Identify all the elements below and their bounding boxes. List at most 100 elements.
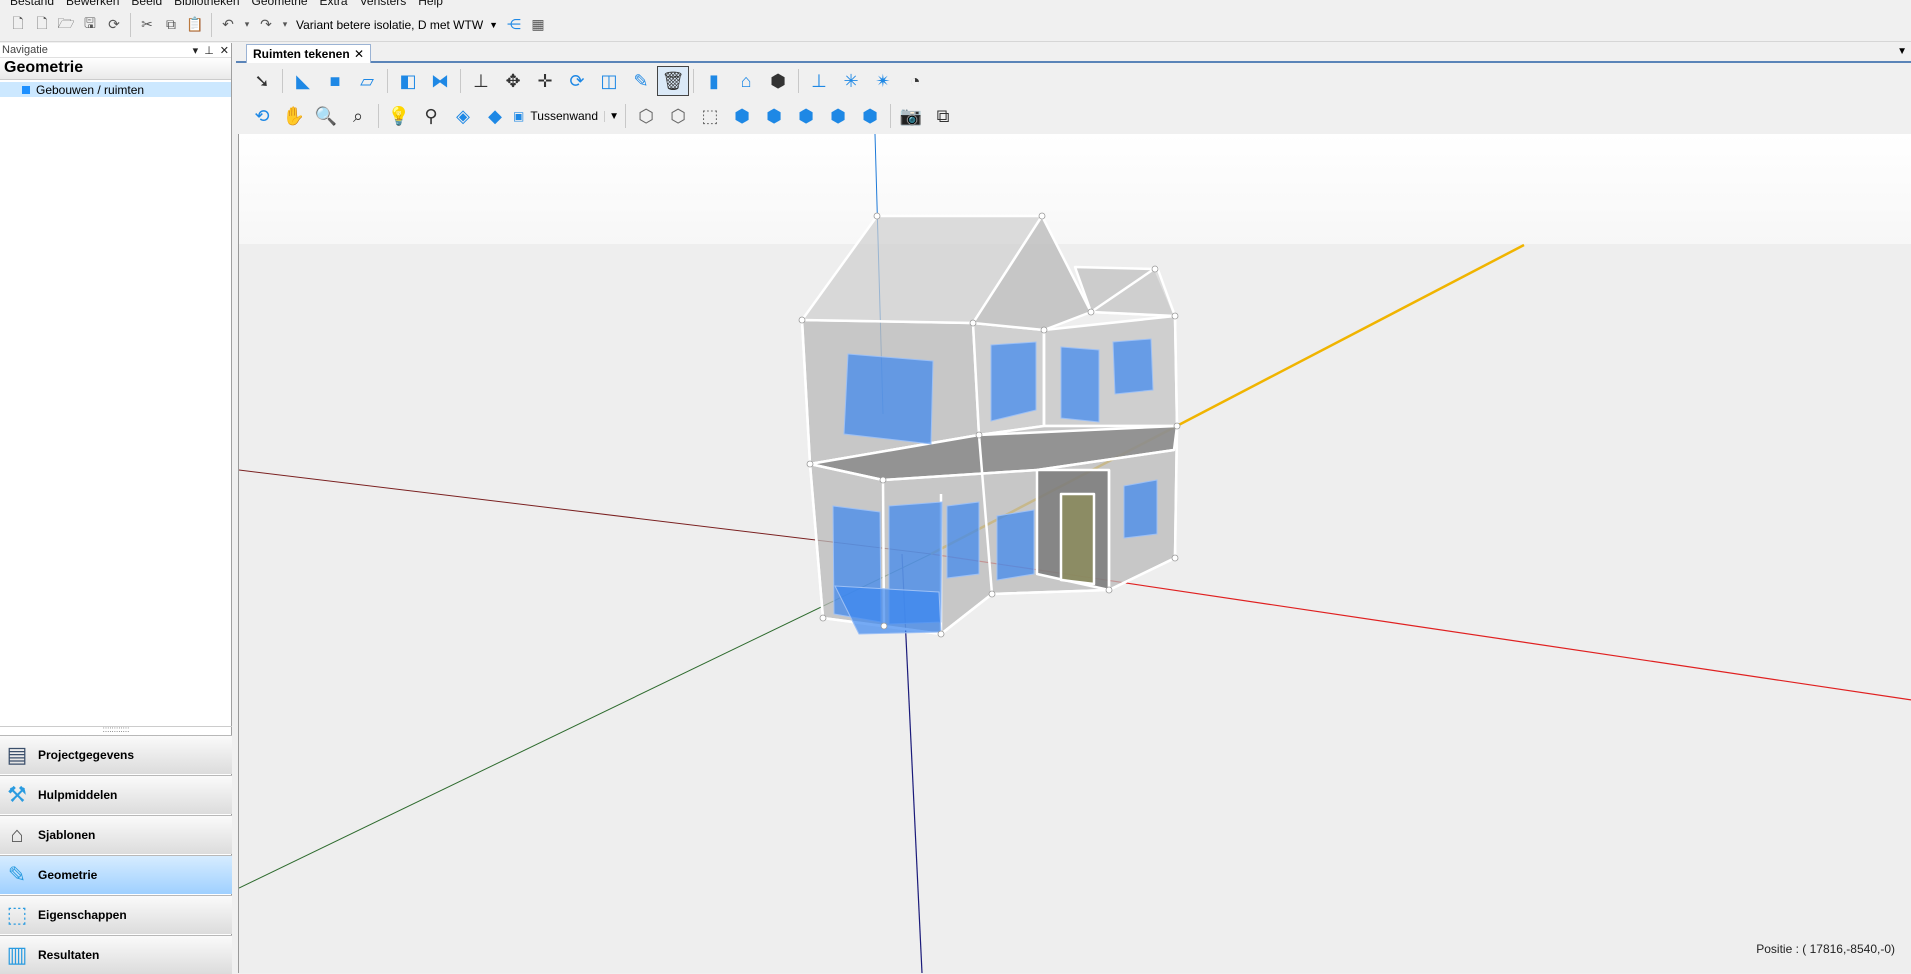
panel-splitter-grip[interactable]: :::::::::::: — [0, 726, 232, 735]
cut-icon[interactable]: ✂ — [135, 13, 159, 37]
move-icon[interactable]: ✥ — [497, 66, 529, 96]
select-arrow-icon[interactable]: ➘ — [246, 66, 278, 96]
close-icon[interactable]: ✕ — [220, 44, 229, 57]
redo-icon[interactable]: ↷ — [254, 13, 278, 37]
results-icon: ▥ — [6, 942, 28, 967]
redo-dropdown-icon[interactable]: ▾ — [278, 13, 292, 37]
undo-dropdown-icon[interactable]: ▾ — [240, 13, 254, 37]
tree-item-label: Gebouwen / ruimten — [36, 82, 145, 97]
nav-button-hulpmiddelen[interactable]: ⚒ Hulpmiddelen — [0, 775, 232, 814]
nav-button-label: Geometrie — [38, 868, 98, 882]
undo-icon[interactable]: ↶ — [216, 13, 240, 37]
draw-l-room-icon[interactable]: ◣ — [287, 66, 319, 96]
objects-icon[interactable]: ⬢ — [762, 66, 794, 96]
zoom-extents-icon[interactable]: ⌕ — [342, 101, 374, 131]
split-vertical-icon[interactable]: ⧓ — [424, 66, 456, 96]
calculator-icon[interactable]: ▦ — [526, 13, 550, 37]
save-icon[interactable]: 🖫 — [78, 13, 102, 37]
nav-button-sjablonen[interactable]: ⌂ Sjablonen — [0, 815, 232, 854]
panel-menu-icon[interactable]: ▾ — [193, 44, 199, 57]
toolbar-divider — [211, 12, 212, 37]
toolbar-divider — [378, 104, 379, 128]
orbit-icon[interactable]: ⟲ — [246, 101, 278, 131]
toolbar-divider — [693, 69, 694, 93]
menu-beeld[interactable]: Beeld — [125, 0, 168, 8]
ceiling-icon[interactable]: ◆ — [479, 101, 511, 131]
navigation-title: Geometrie — [0, 58, 231, 80]
toolbar-divider — [625, 104, 626, 128]
toolbar-divider — [282, 69, 283, 93]
new-file-icon[interactable]: 🗋 — [6, 13, 30, 37]
view-top-icon[interactable]: ⬢ — [726, 101, 758, 131]
nav-button-resultaten[interactable]: ▥ Resultaten — [0, 935, 232, 974]
light-on-icon[interactable]: 💡 — [383, 101, 415, 131]
extrude-icon[interactable]: ⊥ — [465, 66, 497, 96]
snap-icon[interactable]: ✳ — [835, 66, 867, 96]
menu-bestand[interactable]: Bestand — [4, 0, 60, 8]
nav-button-label: Eigenschappen — [38, 908, 127, 922]
nav-button-eigenschappen[interactable]: ⬚ Eigenschappen — [0, 895, 232, 934]
light-off-icon[interactable]: ⚲ — [415, 101, 447, 131]
rotate-icon[interactable]: ⟳ — [561, 66, 593, 96]
save-as-icon[interactable]: ⟳ — [102, 13, 126, 37]
view-iso-icon[interactable]: ⬡ — [630, 101, 662, 131]
nav-button-geometrie[interactable]: ✎ Geometrie — [0, 855, 232, 894]
document-tabstrip: Ruimten tekenen ✕ ▼ — [236, 43, 1911, 63]
delete-icon[interactable]: 🗑 — [657, 66, 689, 96]
move-grid-icon[interactable]: ✛ — [529, 66, 561, 96]
snap-point-icon[interactable]: ✴ — [867, 66, 899, 96]
wall-icon[interactable]: ▮ — [698, 66, 730, 96]
view-left-icon[interactable]: ⬢ — [790, 101, 822, 131]
sky-background — [239, 134, 1911, 244]
navigation-panel: Navigatie ▾ ⊥ ✕ Geometrie Gebouwen / rui… — [0, 43, 232, 974]
chevron-down-icon: ▼ — [604, 110, 619, 122]
nav-button-projectgegevens[interactable]: ▤ Projectgegevens — [0, 735, 232, 774]
floor-icon[interactable]: ◈ — [447, 101, 479, 131]
toolbar-divider — [798, 69, 799, 93]
pan-hand-icon[interactable]: ✋ — [278, 101, 310, 131]
zoom-icon[interactable]: 🔍 — [310, 101, 342, 131]
wall-type-icon: ▣ — [513, 109, 525, 123]
level-icon[interactable]: ⊥ — [803, 66, 835, 96]
nav-button-label: Resultaten — [38, 948, 100, 962]
menu-bibliotheken[interactable]: Bibliotheken — [168, 0, 245, 8]
cursor-position-readout: Positie : ( 17816,-8540,-0) — [1756, 942, 1895, 956]
menu-geometrie[interactable]: Geometrie — [246, 0, 314, 8]
variant-value: Variant betere isolatie, D met WTW — [296, 17, 484, 32]
draw-rectangle-icon[interactable]: ■ — [319, 66, 351, 96]
3d-viewport[interactable]: Positie : ( 17816,-8540,-0) — [238, 134, 1911, 973]
menu-vensters[interactable]: Vensters — [354, 0, 413, 8]
edit-pencil-icon[interactable]: ✎ — [625, 66, 657, 96]
view-wireframe-icon[interactable]: ⬡ — [662, 101, 694, 131]
mirror-icon[interactable]: ◫ — [593, 66, 625, 96]
nav-button-label: Sjablonen — [38, 828, 96, 842]
share-icon[interactable]: ⋲ — [502, 13, 526, 37]
pin-icon[interactable]: ⊥ — [204, 44, 214, 57]
view-front-icon[interactable]: ⬢ — [758, 101, 790, 131]
snapshot-settings-icon[interactable]: ⧉ — [927, 101, 959, 131]
tree-item-gebouwen-ruimten[interactable]: Gebouwen / ruimten — [0, 82, 231, 97]
tab-ruimten-tekenen[interactable]: Ruimten tekenen ✕ — [246, 44, 371, 63]
view-plan-icon[interactable]: ⬚ — [694, 101, 726, 131]
paste-icon[interactable]: 📋 — [183, 13, 207, 37]
geometry-icon: ✎ — [7, 862, 27, 887]
split-horizontal-icon[interactable]: ◧ — [392, 66, 424, 96]
menu-help[interactable]: Help — [412, 0, 449, 8]
tab-overflow-icon[interactable]: ▼ — [1897, 46, 1907, 57]
screenshot-icon[interactable]: 📷 — [895, 101, 927, 131]
draw-polygon-icon[interactable]: ▱ — [351, 66, 383, 96]
close-tab-icon[interactable]: ✕ — [354, 47, 364, 61]
wall-type-select[interactable]: ▣ Tussenwand ▼ — [511, 105, 621, 127]
menu-extra[interactable]: Extra — [314, 0, 354, 8]
navigation-header: Navigatie ▾ ⊥ ✕ — [0, 43, 231, 58]
open-folder-icon[interactable]: 🗁 — [54, 13, 78, 37]
chevron-down-icon: ▼ — [489, 19, 498, 30]
roof-icon[interactable]: ⌂ — [730, 66, 762, 96]
view-right-icon[interactable]: ⬢ — [822, 101, 854, 131]
copy-icon[interactable]: ⧉ — [159, 13, 183, 37]
menu-bewerken[interactable]: Bewerken — [60, 0, 125, 8]
angle-icon[interactable]: ◔ — [899, 66, 931, 96]
new-from-template-icon[interactable]: 🗋 — [30, 13, 54, 37]
view-back-icon[interactable]: ⬢ — [854, 101, 886, 131]
variant-select[interactable]: Variant betere isolatie, D met WTW ▼ — [292, 14, 502, 36]
